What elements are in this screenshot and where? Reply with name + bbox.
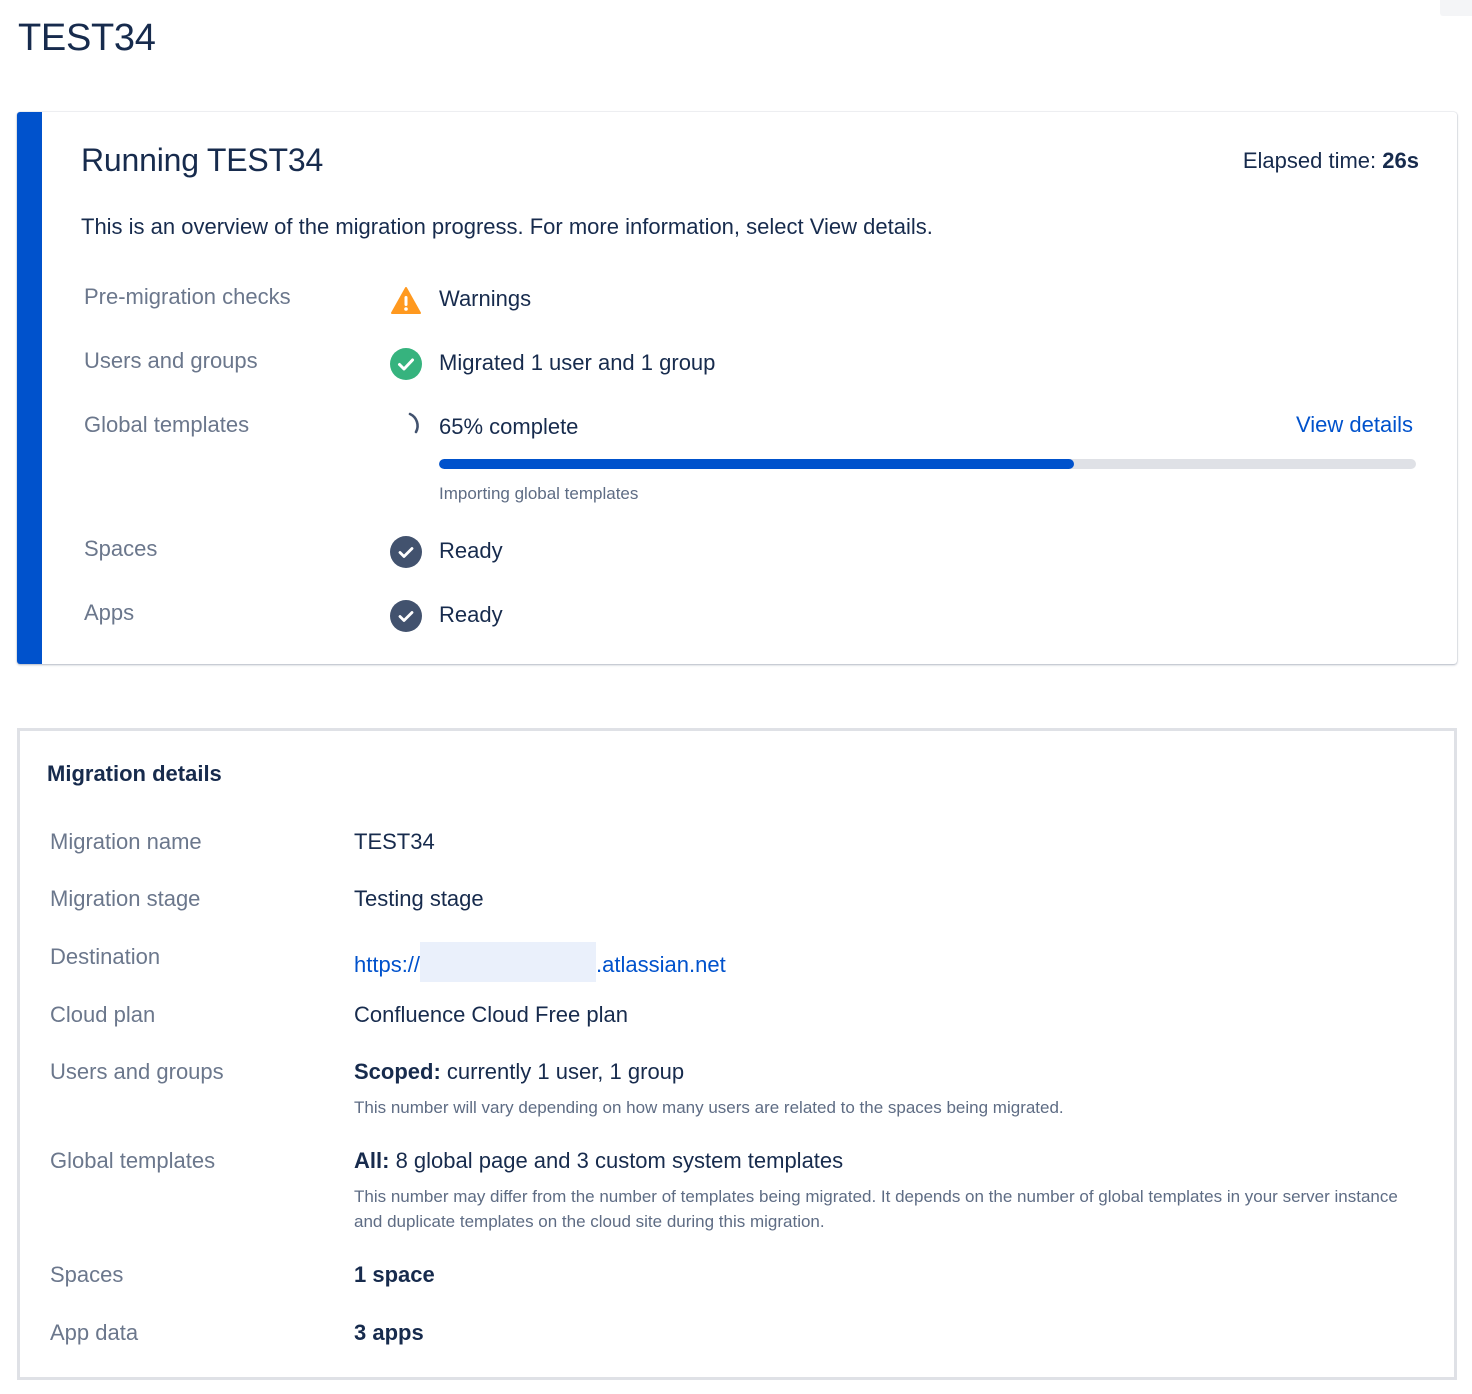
view-details-link[interactable]: View details [1296,410,1413,440]
destination-link[interactable]: https:// .atlassian.net [354,942,726,982]
status-row-global-templates: Global templates 65% complete View detai… [17,410,1457,450]
check-circle-icon [390,348,422,380]
destination-suffix: .atlassian.net [596,952,726,977]
accent-bar [17,112,42,664]
detail-note: This number will vary depending on how m… [354,1098,1064,1117]
status-text: Migrated 1 user and 1 group [439,350,716,375]
detail-value: 1 space [354,1260,435,1290]
detail-label: Cloud plan [50,1002,156,1027]
details-title: Migration details [47,761,222,786]
elapsed-label: Elapsed time: [1242,148,1377,173]
detail-value-bold: All: [354,1148,390,1173]
status-text: Ready [439,602,503,627]
status-label: Apps [84,600,135,625]
progress-bar [439,459,1416,469]
page-title: TEST34 [18,17,156,59]
detail-value-text: currently 1 user, 1 group [440,1059,685,1084]
progress-title: Running TEST34 [81,142,324,178]
corner-button[interactable] [1440,0,1472,16]
progress-caption: Importing global templates [439,484,639,503]
elapsed-value: 26s [1382,148,1419,173]
status-text: Warnings [439,286,532,311]
destination-value: https:// .atlassian.net [354,942,726,982]
detail-label: Destination [50,944,161,969]
status-row-users-and-groups: Users and groups Migrated 1 user and 1 g… [17,346,1457,386]
migration-details-card: Migration details Migration name TEST34 … [17,728,1457,1380]
detail-value-bold: Scoped: [354,1059,441,1084]
detail-value: All: 8 global page and 3 custom system t… [354,1146,843,1176]
detail-label: App data [50,1320,139,1345]
detail-label: Migration name [50,829,202,854]
detail-label: Spaces [50,1262,124,1287]
check-circle-icon [390,600,422,632]
spinner-icon [408,412,419,434]
detail-value: Scoped: currently 1 user, 1 group [354,1057,684,1087]
status-row-pre-migration-checks: Pre-migration checks Warnings [17,282,1457,322]
detail-value: Testing stage [354,886,484,911]
check-circle-icon [390,536,422,568]
status-row-apps: Apps Ready [17,598,1457,638]
progress-bar-fill [439,459,1075,469]
status-text: Ready [439,538,503,563]
status-text: 65% complete [439,414,579,439]
status-label: Pre-migration checks [84,284,291,309]
detail-label: Migration stage [50,886,201,911]
progress-description: This is an overview of the migration pro… [81,214,933,239]
status-label: Spaces [84,536,158,561]
status-row-spaces: Spaces Ready [17,534,1457,574]
detail-value: Confluence Cloud Free plan [354,1002,628,1027]
detail-value: 3 apps [354,1318,424,1348]
migration-progress-card: Running TEST34 Elapsed time: 26s This is… [17,112,1457,664]
status-label: Users and groups [84,348,258,373]
detail-value-bold: 1 space [354,1262,435,1287]
destination-prefix: https:// [354,952,421,977]
detail-label: Global templates [50,1148,216,1173]
detail-value-text: 8 global page and 3 custom system templa… [389,1148,844,1173]
warning-icon [391,287,421,314]
detail-note: This number may differ from the number o… [354,1187,1398,1231]
detail-label: Users and groups [50,1059,224,1084]
status-label: Global templates [84,412,250,437]
elapsed-time: Elapsed time: 26s [1243,146,1419,176]
detail-value: TEST34 [354,829,435,854]
detail-value-bold: 3 apps [354,1320,424,1345]
redacted-subdomain [420,942,597,982]
